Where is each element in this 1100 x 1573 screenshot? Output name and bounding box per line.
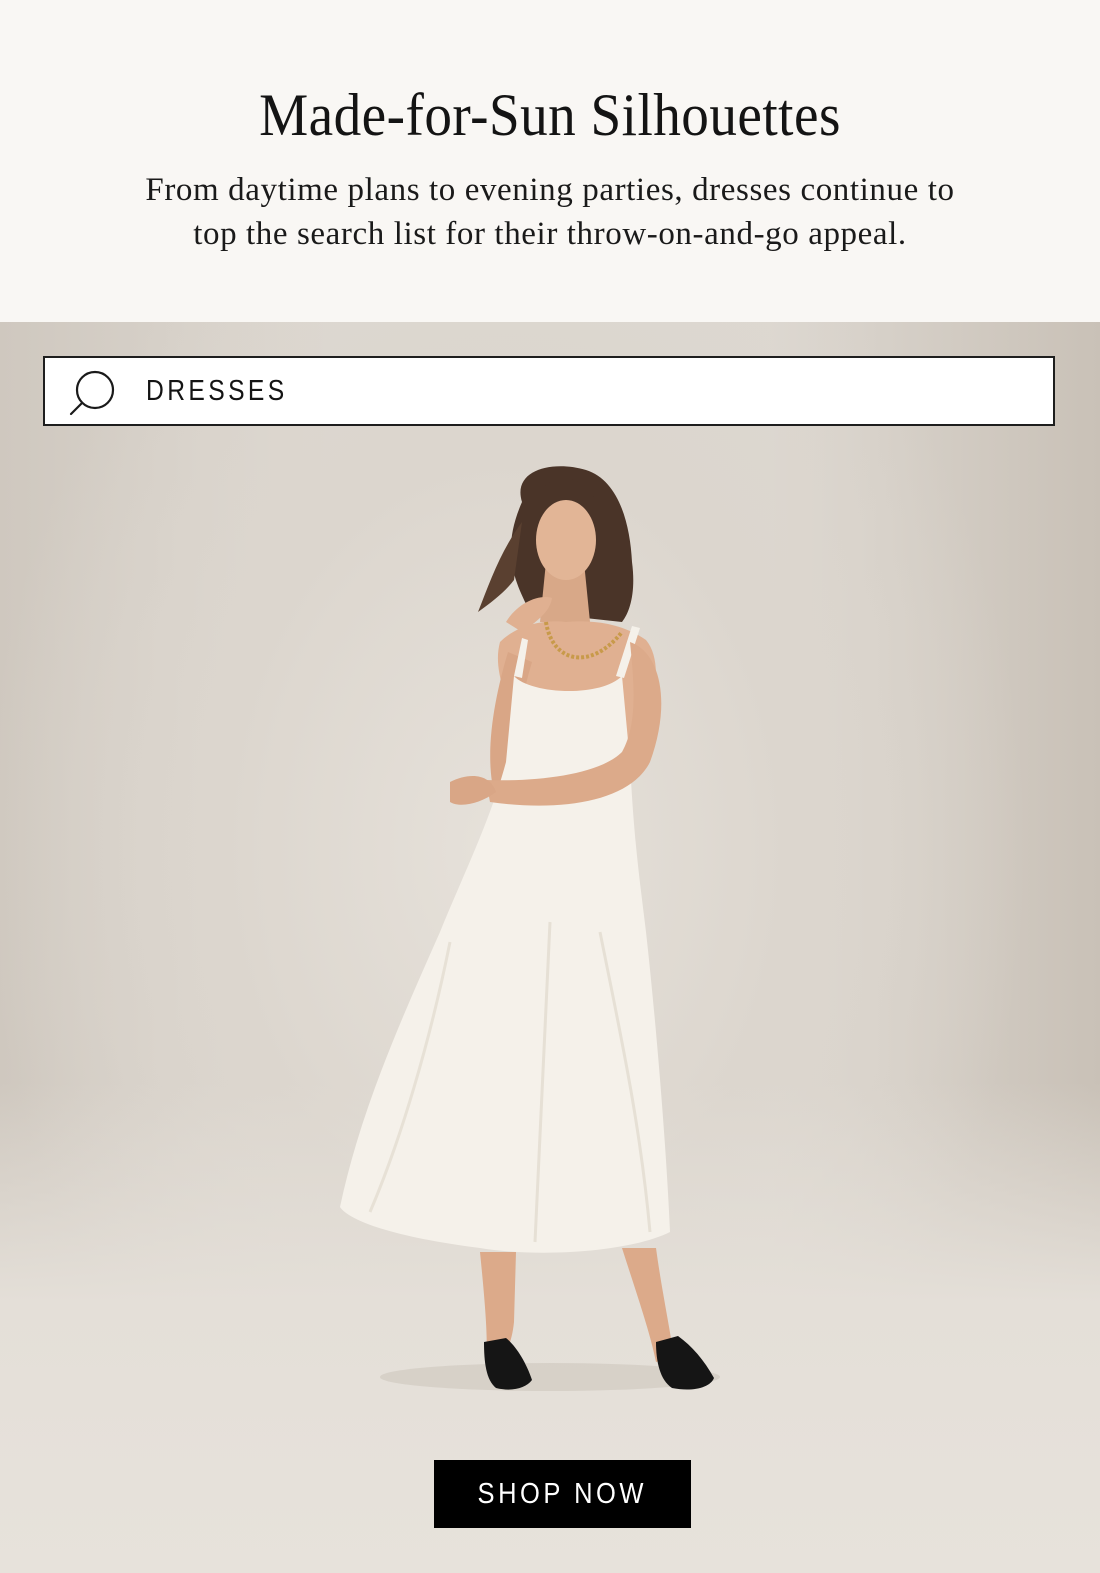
search-bar[interactable]: DRESSES: [43, 356, 1055, 426]
model-photo: [340, 466, 720, 1391]
page-subtitle: From daytime plans to evening parties, d…: [90, 168, 1010, 256]
hero-banner[interactable]: DRESSES SHOP NOW: [0, 322, 1100, 1573]
subtitle-line-1: From daytime plans to evening parties, d…: [145, 172, 955, 208]
page-title: Made-for-Sun Silhouettes: [259, 82, 841, 148]
subtitle-line-2: top the search list for their throw-on-a…: [193, 216, 907, 252]
header-section: Made-for-Sun Silhouettes From daytime pl…: [0, 0, 1100, 322]
shop-now-label: SHOP NOW: [477, 1477, 648, 1510]
search-query: DRESSES: [146, 375, 288, 407]
shop-now-button[interactable]: SHOP NOW: [434, 1460, 691, 1528]
search-icon: [69, 370, 115, 416]
